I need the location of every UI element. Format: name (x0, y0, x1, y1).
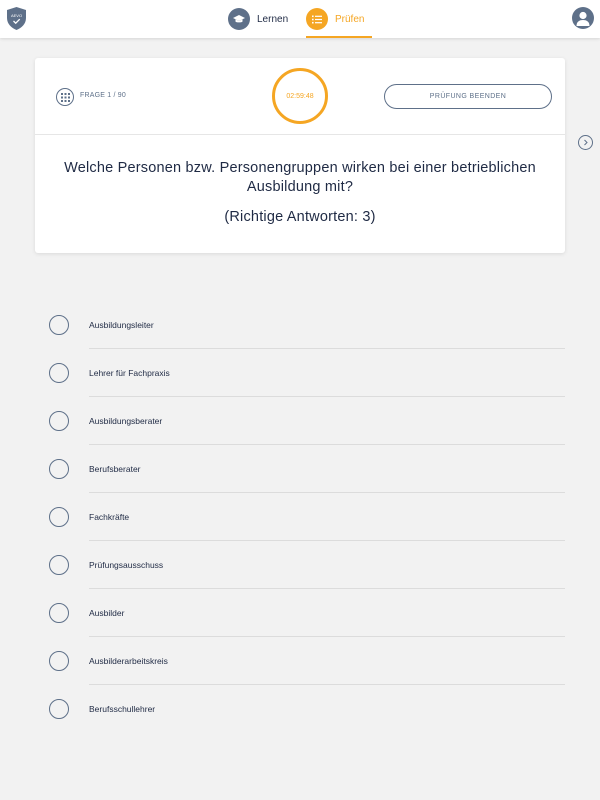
grid-icon (60, 92, 70, 102)
nav-learn[interactable]: Lernen (228, 0, 288, 38)
answer-option[interactable]: Fachkräfte (35, 493, 565, 541)
answer-label: Lehrer für Fachpraxis (89, 368, 170, 378)
answer-radio[interactable] (49, 555, 69, 575)
question-text: Welche Personen bzw. Personengruppen wir… (64, 160, 536, 195)
question-counter: FRAGE 1 / 90 (80, 92, 126, 99)
answer-label: Ausbilder (89, 608, 125, 618)
answer-option[interactable]: Ausbilder (35, 589, 565, 637)
answer-radio[interactable] (49, 651, 69, 671)
answer-option[interactable]: Ausbilderarbeitskreis (35, 637, 565, 685)
active-tab-indicator (306, 36, 372, 38)
answer-option[interactable]: Ausbildungsberater (35, 397, 565, 445)
answer-label: Ausbilderarbeitskreis (89, 656, 168, 666)
answer-label: Berufsschullehrer (89, 704, 156, 714)
answer-label: Prüfungsausschuss (89, 560, 164, 570)
answer-option[interactable]: Lehrer für Fachpraxis (35, 349, 565, 397)
answer-radio[interactable] (49, 699, 69, 719)
graduation-cap-icon (228, 8, 250, 30)
answer-radio[interactable] (49, 459, 69, 479)
top-bar: AEVO Lernen Prüfen (0, 0, 600, 38)
timer-value: 02:59:48 (286, 92, 314, 100)
correct-answer-count: (Richtige Antworten: 3) (224, 209, 376, 225)
logo-text: AEVO (11, 13, 22, 18)
user-avatar[interactable] (572, 7, 594, 29)
exam-timer: 02:59:48 (272, 68, 328, 124)
list-icon (306, 8, 328, 30)
answer-radio[interactable] (49, 507, 69, 527)
answer-list: Ausbildungsleiter Lehrer für Fachpraxis … (35, 301, 565, 733)
shield-logo-icon: AEVO (7, 7, 26, 30)
question-card: FRAGE 1 / 90 02:59:48 PRÜFUNG BEENDEN We… (35, 58, 565, 253)
nav-exam-label: Prüfen (335, 13, 365, 25)
answer-label: Berufsberater (89, 464, 141, 474)
logo[interactable]: AEVO (7, 7, 26, 30)
answer-label: Ausbildungsberater (89, 416, 163, 426)
nav-exam[interactable]: Prüfen (306, 0, 364, 38)
question-overview-button[interactable] (56, 88, 74, 106)
question-card-header: FRAGE 1 / 90 02:59:48 PRÜFUNG BEENDEN (35, 58, 565, 135)
answer-option[interactable]: Ausbildungsleiter (35, 301, 565, 349)
next-question-button[interactable] (578, 135, 593, 150)
answer-radio[interactable] (49, 363, 69, 383)
user-icon (576, 11, 590, 26)
answer-radio[interactable] (49, 603, 69, 623)
answer-option[interactable]: Prüfungsausschuss (35, 541, 565, 589)
answer-option[interactable]: Berufsberater (35, 445, 565, 493)
nav-learn-label: Lernen (257, 13, 289, 25)
answer-label: Fachkräfte (89, 512, 130, 522)
end-exam-button[interactable]: PRÜFUNG BEENDEN (384, 84, 552, 109)
answer-radio[interactable] (49, 315, 69, 335)
answer-option[interactable]: Berufsschullehrer (35, 685, 565, 733)
chevron-right-icon (584, 139, 588, 146)
answer-radio[interactable] (49, 411, 69, 431)
answer-label: Ausbildungsleiter (89, 320, 154, 330)
